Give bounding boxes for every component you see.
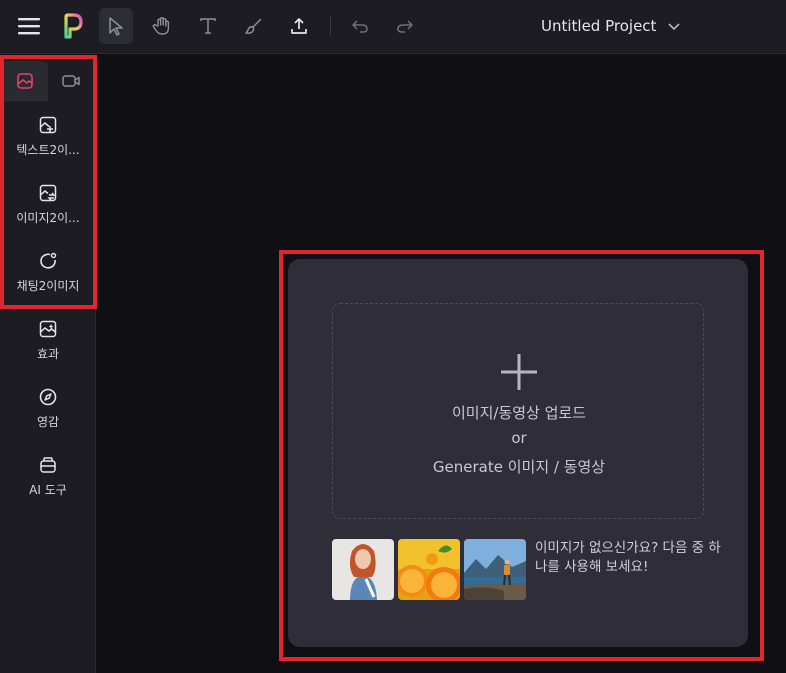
upload-dropzone[interactable]: 이미지/동영상 업로드 or Generate 이미지 / 동영상	[332, 303, 704, 519]
top-toolbar: Untitled Project	[0, 0, 786, 54]
plus-icon	[501, 354, 537, 390]
toolbar-divider	[330, 16, 331, 36]
text-tool-button[interactable]	[191, 8, 225, 44]
redo-button[interactable]	[388, 8, 422, 44]
sample-hint-text: 이미지가 없으신가요? 다음 중 하나를 사용해 보세요!	[535, 540, 721, 575]
upload-panel: 이미지/동영상 업로드 or Generate 이미지 / 동영상 이미지가 없…	[288, 259, 748, 647]
image-effect-icon	[39, 320, 57, 338]
upload-or: or	[511, 429, 527, 447]
sidebar-tabs	[0, 55, 96, 103]
undo-button[interactable]	[343, 8, 377, 44]
app-logo[interactable]	[55, 8, 89, 44]
brush-tool-button[interactable]	[237, 8, 271, 44]
compass-icon	[39, 388, 57, 406]
tab-video[interactable]	[48, 61, 94, 101]
image-tab-icon	[17, 73, 33, 89]
sidebar-item-label: 채팅2이미지	[16, 279, 80, 293]
sidebar-item-label: 텍스트2이...	[16, 143, 80, 157]
toolbox-icon	[40, 457, 56, 473]
image-swap-icon	[39, 184, 57, 202]
sidebar-item-label: 이미지2이...	[16, 211, 80, 225]
sidebar-item-effects[interactable]: 효과	[0, 319, 96, 381]
sidebar-item-inspiration[interactable]: 영감	[0, 387, 96, 449]
sidebar-item-chat2image[interactable]: 채팅2이미지	[0, 251, 96, 313]
chat-icon	[40, 252, 57, 269]
sidebar-item-label: 효과	[36, 347, 60, 361]
upload-title: 이미지/동영상 업로드	[451, 404, 587, 422]
sidebar-item-label: AI 도구	[29, 483, 67, 497]
sidebar-item-image2image[interactable]: 이미지2이...	[0, 183, 96, 245]
sample-image-woman[interactable]	[332, 539, 394, 600]
sample-image-hiker[interactable]	[464, 539, 526, 600]
sample-image-orange[interactable]	[398, 539, 460, 600]
video-tab-icon	[62, 75, 80, 87]
select-tool-button[interactable]	[99, 8, 133, 44]
chevron-down-icon[interactable]	[666, 18, 682, 38]
sidebar-item-label: 영감	[36, 415, 60, 429]
sidebar-item-ai-tools[interactable]: AI 도구	[0, 455, 96, 517]
hand-tool-button[interactable]	[145, 8, 179, 44]
project-title[interactable]: Untitled Project	[541, 17, 656, 35]
sidebar-item-text2image[interactable]: 텍스트2이...	[0, 115, 96, 177]
generate-link: Generate 이미지 / 동영상	[432, 458, 606, 476]
image-plus-icon	[39, 116, 57, 134]
tab-image[interactable]	[2, 61, 48, 101]
left-sidebar: 텍스트2이... 이미지2이... 채팅2이미지 효과 영감 AI 도구	[0, 55, 96, 673]
menu-icon[interactable]	[12, 8, 46, 44]
upload-button[interactable]	[282, 8, 316, 44]
